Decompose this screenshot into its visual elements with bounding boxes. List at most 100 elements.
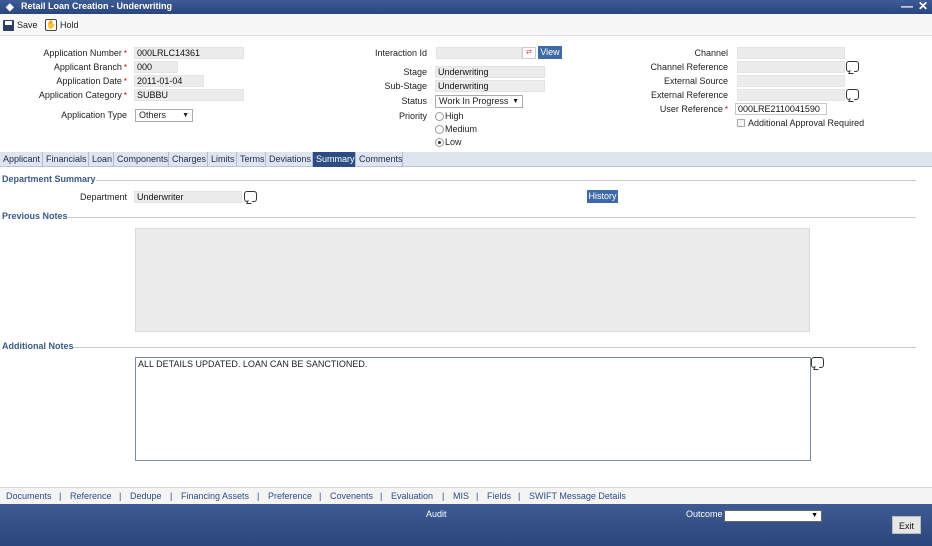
status-value: Work In Progress [439, 96, 509, 106]
stage-field[interactable]: Underwriting [435, 66, 545, 78]
nav-documents[interactable]: Documents [6, 491, 52, 501]
application-number-field[interactable]: 000LRLC14361 [134, 47, 244, 59]
hold-button[interactable]: ✋ Hold [45, 18, 79, 32]
priority-medium-radio[interactable]: Medium [435, 124, 477, 134]
exit-button[interactable]: Exit [892, 516, 921, 534]
save-icon [3, 19, 14, 31]
tab-comments[interactable]: Comments [356, 152, 403, 167]
nav-reference[interactable]: Reference [70, 491, 112, 501]
radio-dot [435, 111, 444, 121]
application-date-field[interactable]: 2011-01-04 [134, 75, 204, 87]
department-field[interactable]: Underwriter [134, 191, 242, 203]
department-chat-icon[interactable] [244, 191, 257, 202]
outcome-select[interactable]: ▼ [724, 510, 822, 522]
nav-covenents[interactable]: Covenents [330, 491, 373, 501]
view-button[interactable]: View [538, 46, 562, 59]
minimize-icon[interactable]: — [901, 0, 913, 13]
section-divider [73, 347, 916, 348]
channel-field[interactable] [737, 47, 845, 59]
interaction-id-field[interactable] [436, 47, 522, 59]
priority-label: Priority [398, 111, 427, 121]
nav-separator: | [59, 491, 62, 501]
nav-separator: | [442, 491, 445, 501]
external-source-label: External Source [663, 76, 728, 86]
radio-dot [435, 124, 444, 134]
sub-stage-label: Sub-Stage [384, 81, 427, 91]
additional-notes-textarea[interactable]: ALL DETAILS UPDATED. LOAN CAN BE SANCTIO… [135, 357, 811, 461]
stage-label: Stage [403, 67, 427, 77]
tab-applicant[interactable]: Applicant [0, 152, 43, 167]
bottom-navigation: Documents | Reference | Dedupe | Financi… [0, 487, 932, 504]
tab-terms[interactable]: Terms [237, 152, 266, 167]
tab-financials[interactable]: Financials [43, 152, 89, 167]
channel-reference-chat-icon[interactable] [846, 61, 859, 72]
tab-summary[interactable]: Summary [313, 152, 356, 167]
status-select[interactable]: Work In Progress ▼ [435, 95, 523, 108]
external-reference-label: External Reference [650, 90, 728, 100]
close-icon[interactable]: ✕ [918, 0, 928, 13]
previous-notes-box [135, 228, 810, 332]
external-reference-chat-icon[interactable] [846, 89, 859, 100]
priority-medium-label: Medium [445, 124, 478, 134]
application-date-label: Application Date * [56, 76, 127, 86]
nav-separator: | [518, 491, 521, 501]
nav-dedupe[interactable]: Dedupe [130, 491, 162, 501]
nav-swift-message-details[interactable]: SWIFT Message Details [529, 491, 626, 501]
nav-separator: | [257, 491, 260, 501]
save-label: Save [17, 20, 38, 30]
external-reference-field[interactable] [737, 89, 845, 101]
tab-limits[interactable]: Limits [208, 152, 237, 167]
nav-evaluation[interactable]: Evaluation [391, 491, 433, 501]
priority-high-label: High [445, 111, 464, 121]
tab-components[interactable]: Components [114, 152, 169, 167]
channel-reference-field[interactable] [737, 61, 845, 73]
application-category-field[interactable]: SUBBU [134, 89, 244, 101]
user-reference-field[interactable]: 000LRE2110041590 [735, 103, 827, 115]
application-number-label: Application Number * [43, 48, 127, 58]
radio-dot-selected [435, 137, 444, 147]
section-divider [68, 217, 916, 218]
priority-low-label: Low [445, 137, 462, 147]
tab-strip: Applicant Financials Loan Components Cha… [0, 152, 932, 167]
interaction-id-label: Interaction Id [374, 48, 427, 58]
user-reference-label: User Reference * [659, 104, 728, 114]
save-button[interactable]: Save [3, 18, 38, 32]
nav-separator: | [476, 491, 479, 501]
nav-separator: | [319, 491, 322, 501]
application-type-value: Others [139, 110, 167, 120]
chevron-down-icon: ▼ [512, 98, 519, 105]
nav-mis[interactable]: MIS [453, 491, 469, 501]
additional-notes-chat-icon[interactable] [811, 357, 824, 368]
additional-approval-checkbox[interactable] [737, 119, 745, 127]
nav-financing-assets[interactable]: Financing Assets [181, 491, 249, 501]
channel-label: Channel [694, 48, 728, 58]
nav-separator: | [380, 491, 383, 501]
department-label: Department [79, 192, 127, 202]
applicant-branch-field[interactable]: 000 [134, 61, 178, 73]
priority-low-radio[interactable]: Low [435, 137, 462, 147]
channel-reference-label: Channel Reference [650, 62, 728, 72]
history-button[interactable]: History [587, 190, 618, 203]
external-source-field[interactable] [737, 75, 845, 87]
application-type-select[interactable]: Others ▼ [135, 109, 193, 122]
nav-preference[interactable]: Preference [268, 491, 312, 501]
app-diamond-icon: ◆ [6, 2, 14, 13]
chevron-down-icon: ▼ [182, 112, 189, 119]
application-category-label: Application Category * [38, 90, 127, 100]
hold-label: Hold [60, 20, 79, 30]
sub-stage-field[interactable]: Underwriting [435, 80, 545, 92]
applicant-branch-label: Applicant Branch * [53, 62, 127, 72]
tab-charges[interactable]: Charges [169, 152, 208, 167]
lookup-icon[interactable]: ⇄ [522, 47, 536, 59]
window-title: Retail Loan Creation - Underwriting [21, 1, 173, 11]
nav-separator: | [170, 491, 173, 501]
audit-button[interactable]: Audit [426, 509, 447, 519]
nav-fields[interactable]: Fields [487, 491, 511, 501]
toolbar: Save ✋ Hold [0, 14, 932, 36]
tab-loan[interactable]: Loan [89, 152, 114, 167]
priority-high-radio[interactable]: High [435, 111, 464, 121]
tab-deviations[interactable]: Deviations [266, 152, 313, 167]
outcome-label: Outcome [686, 509, 723, 519]
window-title-bar: ◆ Retail Loan Creation - Underwriting — … [0, 0, 932, 14]
hold-hand-icon: ✋ [45, 19, 57, 31]
